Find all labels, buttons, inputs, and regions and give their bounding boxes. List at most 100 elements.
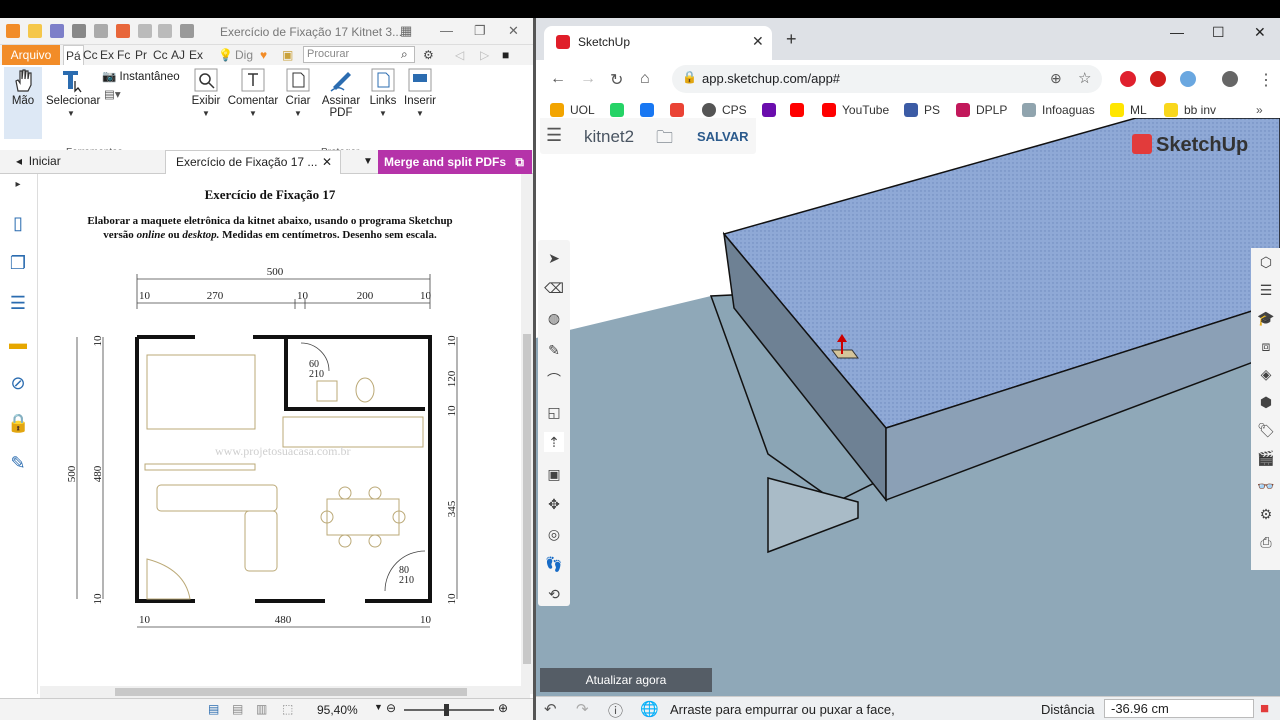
redo-icon[interactable] (158, 24, 172, 38)
heart-icon[interactable]: ♥ (260, 48, 267, 62)
browser-minimize-button[interactable]: — (1170, 24, 1184, 40)
zoom-out-icon[interactable]: ⊖ (386, 701, 396, 715)
tool-icon[interactable] (116, 24, 130, 38)
merge-split-banner[interactable]: Merge and split PDFs ⧉ (378, 150, 532, 174)
bookmark-bb-inv[interactable]: bb inv (1164, 103, 1216, 117)
single-page-view-icon[interactable]: ▤ (208, 702, 219, 716)
hand-dropdown-icon[interactable] (180, 24, 194, 38)
display-icon[interactable]: 👓 (1256, 476, 1276, 496)
bookmark-youtube[interactable]: YouTube (822, 103, 889, 117)
lock-icon[interactable]: 🔒 (7, 412, 29, 434)
home-icon[interactable]: ⌂ (640, 70, 650, 88)
close-tab-icon[interactable]: ✕ (752, 33, 764, 50)
orbit-icon[interactable]: ⟲ (544, 584, 564, 604)
redo-icon[interactable]: ↷ (576, 700, 589, 718)
solid-inspector-icon[interactable]: ⚙ (1256, 504, 1276, 524)
page-thumbnail-icon[interactable]: ▯ (7, 212, 29, 234)
create-button[interactable]: Criar ▼ (284, 67, 312, 118)
bookmark-star-icon[interactable]: ☆ (1078, 69, 1091, 87)
globe-icon[interactable]: 🌐 (640, 700, 659, 718)
expand-sidebar-icon[interactable]: ▸ (7, 174, 29, 196)
tab-aj[interactable]: AJ (171, 48, 185, 62)
distance-input[interactable]: -36.96 cm (1104, 699, 1254, 718)
continuous-view-icon[interactable]: ▤ (232, 702, 243, 716)
find-folder-icon[interactable]: ▣ (282, 48, 293, 62)
fit-view-icon[interactable]: ⬚ (282, 702, 293, 716)
search-input[interactable]: Procurar (303, 46, 415, 63)
extension-blue-icon[interactable] (1180, 71, 1196, 87)
tab-fc[interactable]: Fc (117, 48, 130, 62)
bookmarks-overflow-icon[interactable]: » (1256, 103, 1263, 117)
attachment-icon[interactable]: ⊘ (7, 372, 29, 394)
reload-icon[interactable]: ↻ (610, 70, 623, 90)
bookmark-ps[interactable]: PS (904, 103, 940, 117)
tab-cc[interactable]: Cc (83, 48, 98, 62)
pencil-icon[interactable]: ✎ (544, 340, 564, 360)
bookmark-infoaguas[interactable]: Infoaguas (1022, 103, 1095, 117)
instructor-icon[interactable]: 🎓 (1256, 308, 1276, 328)
print-icon[interactable] (72, 24, 86, 38)
comment-button[interactable]: Comentar ▼ (226, 67, 280, 118)
undo-icon[interactable] (138, 24, 152, 38)
add-tab-search-icon[interactable]: ⊕ (1050, 70, 1062, 87)
browser-close-button[interactable]: ✕ (1254, 24, 1266, 41)
zoom-in-icon[interactable]: ⊕ (498, 701, 508, 715)
sketchup-viewport[interactable]: ☰ kitnet2 🗀 SALVAR SketchUp ➤ ⌫ ◍ ✎ ⌒ ◱ … (536, 118, 1280, 720)
vertical-scroll-thumb[interactable] (523, 334, 531, 664)
zoom-slider-handle[interactable] (444, 704, 449, 716)
extension-red-icon[interactable] (1150, 71, 1166, 87)
open-folder-icon[interactable] (28, 24, 42, 38)
help-icon[interactable]: ⓘ (608, 700, 623, 720)
walk-icon[interactable]: 👣 (544, 554, 564, 574)
scenes-icon[interactable]: 🎬 (1256, 448, 1276, 468)
undo-icon[interactable]: ↶ (544, 700, 557, 718)
adblock-extension-icon[interactable] (1120, 71, 1136, 87)
folder-icon[interactable]: 🗀 (656, 125, 673, 154)
bookmark-gmail[interactable] (670, 103, 690, 117)
new-tab-button[interactable]: + (786, 29, 797, 50)
next-arrow-icon[interactable]: ▷ (480, 48, 489, 62)
horizontal-scroll-thumb[interactable] (115, 688, 467, 696)
bookmark-ml[interactable]: ML (1110, 103, 1147, 117)
home-tab[interactable]: ◂ Iniciar (16, 150, 61, 174)
stack-icon[interactable]: ☰ (7, 292, 29, 314)
offset-icon[interactable]: ▣ (544, 464, 564, 484)
zoom-dropdown-icon[interactable]: ▼ (374, 702, 383, 712)
search-icon[interactable]: ⌕ (401, 47, 408, 62)
new-doc-icon[interactable] (94, 24, 108, 38)
arc-icon[interactable]: ⌒ (544, 370, 564, 390)
tab-arquivo[interactable]: Arquivo (2, 45, 60, 65)
tab-pr[interactable]: Pr (135, 48, 147, 62)
styles-icon[interactable]: ⬢ (1256, 392, 1276, 412)
comments-icon[interactable]: ▬ (7, 332, 29, 354)
bookmark-cps[interactable]: CPS (702, 103, 747, 117)
browser-menu-icon[interactable]: ⋮ (1258, 70, 1274, 90)
snapshot-button[interactable]: 📷 Instantâneo (102, 69, 180, 83)
3d-model-canvas[interactable] (536, 118, 1280, 720)
prev-arrow-icon[interactable]: ◁ (455, 48, 464, 62)
tab-cc2[interactable]: Cc (153, 48, 168, 62)
rectangle-icon[interactable]: ◱ (544, 402, 564, 422)
tags-icon[interactable]: 🏷 (1256, 420, 1276, 440)
back-arrow-icon[interactable]: ← (550, 70, 566, 88)
minimize-button[interactable]: — (440, 23, 453, 38)
hamburger-menu-icon[interactable]: ☰ (546, 125, 562, 146)
hand-tool-button[interactable]: Mão (4, 67, 42, 139)
address-bar[interactable]: 🔒 app.sketchup.com/app# ⊕ ☆ (672, 65, 1102, 93)
push-pull-icon[interactable]: ⇡ (544, 432, 564, 452)
view-button[interactable]: Exibir ▼ (190, 67, 222, 118)
insert-button[interactable]: Inserir ▼ (402, 67, 438, 118)
tab-dig[interactable]: Dig (235, 48, 253, 62)
select-dropdown-icon[interactable]: ▼ (46, 109, 96, 118)
bookmark-yahoo-mail[interactable] (762, 103, 782, 117)
document-tab[interactable]: Exercício de Fixação 17 ... ✕ (165, 150, 341, 174)
tape-measure-icon[interactable]: ◎ (544, 524, 564, 544)
select-arrow-icon[interactable]: ➤ (544, 248, 564, 268)
browser-tab-sketchup[interactable]: SketchUp ✕ (544, 26, 772, 60)
entity-info-icon[interactable]: ⬡ (1256, 252, 1276, 272)
eraser-icon[interactable]: ⌫ (544, 278, 564, 298)
tab-pagina[interactable]: Pá (63, 45, 84, 65)
settings-gear-icon[interactable]: ⚙ (423, 48, 434, 62)
tab-ex2[interactable]: Ex (189, 48, 203, 62)
components-icon[interactable]: ⧈ (1256, 336, 1276, 356)
